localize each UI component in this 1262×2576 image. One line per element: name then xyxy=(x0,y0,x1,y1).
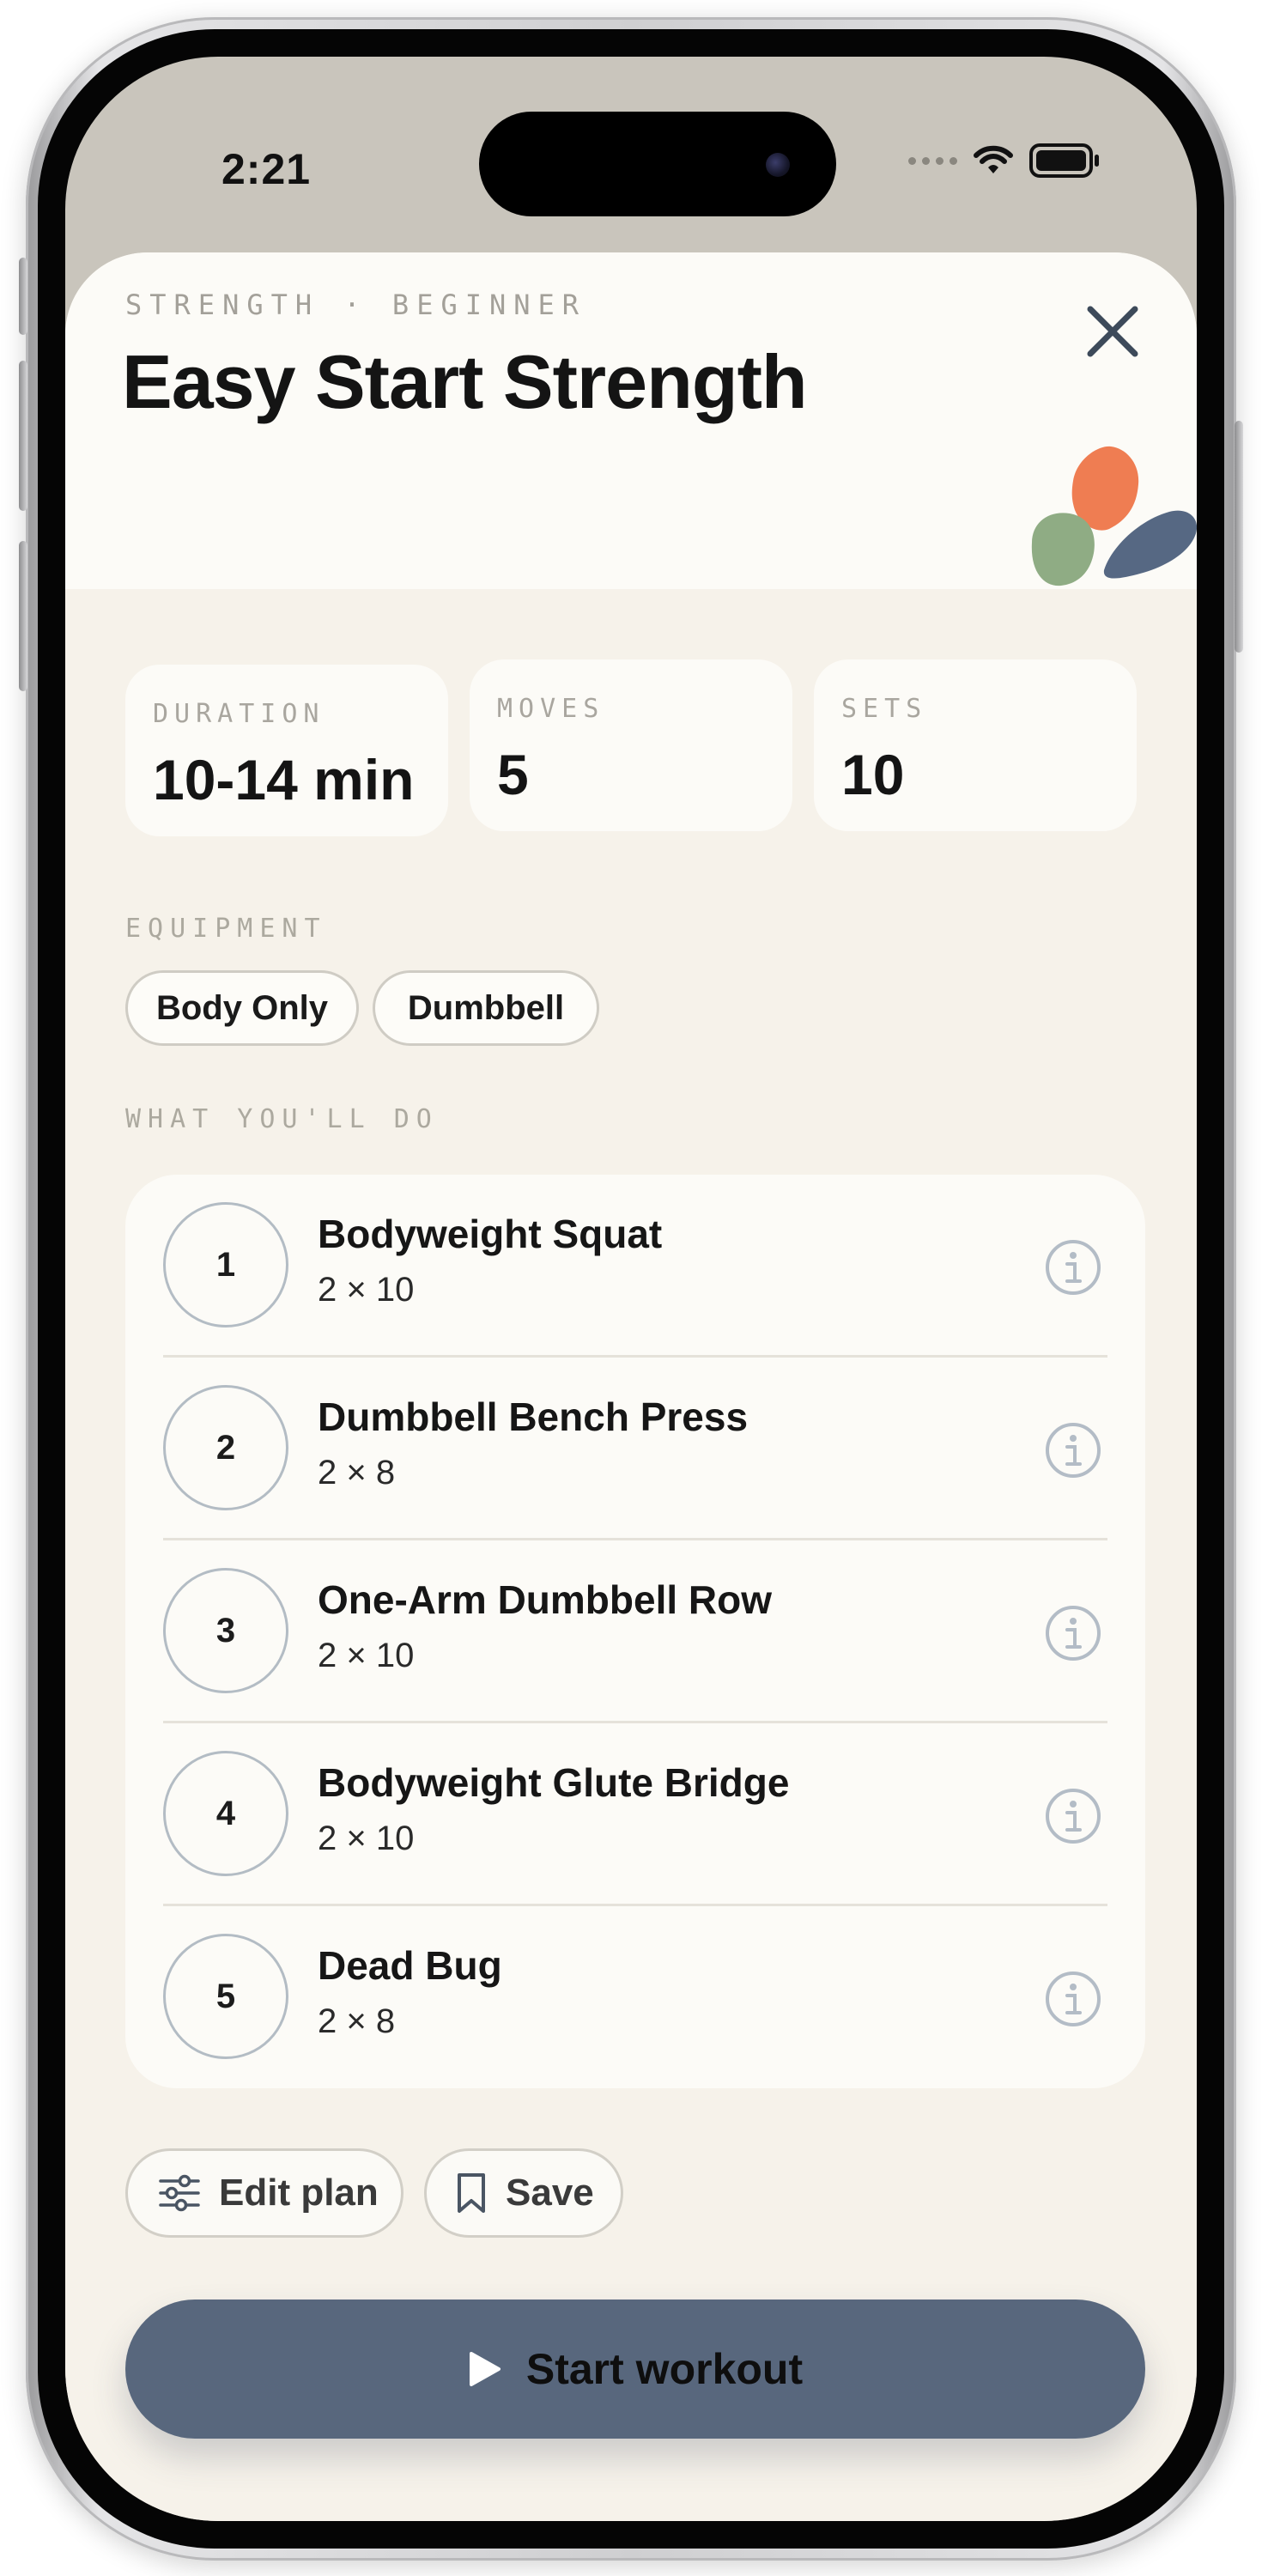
front-camera xyxy=(766,153,790,177)
exercise-number: 4 xyxy=(163,1751,288,1876)
equipment-chip[interactable]: Dumbbell xyxy=(373,970,599,1046)
stat-label: MOVES xyxy=(497,694,605,724)
edit-plan-label: Edit plan xyxy=(219,2172,379,2214)
info-icon[interactable] xyxy=(1044,1238,1102,1297)
exercise-name: Dumbbell Bench Press xyxy=(318,1394,749,1439)
save-label: Save xyxy=(506,2172,594,2214)
category-kicker: STRENGTH · BEGINNER xyxy=(125,289,587,321)
exercise-name: Dead Bug xyxy=(318,1943,502,1988)
equipment-chip[interactable]: Body Only xyxy=(125,970,359,1046)
stats-row: DURATION 10-14 min MOVES 5 SETS 10 xyxy=(65,659,1197,845)
exercise-scheme: 2 × 10 xyxy=(318,1820,415,1857)
info-icon[interactable] xyxy=(1044,1787,1102,1845)
workout-sheet: STRENGTH · BEGINNER Easy Start Strength … xyxy=(65,252,1197,2521)
exercise-name: Bodyweight Glute Bridge xyxy=(318,1760,790,1805)
exercise-name: Bodyweight Squat xyxy=(318,1212,663,1256)
exercise-number: 5 xyxy=(163,1934,288,2059)
screen: 2:21 STRENGTH · BEGINNER Easy Start Stre… xyxy=(65,57,1197,2521)
info-icon[interactable] xyxy=(1044,1421,1102,1479)
info-icon[interactable] xyxy=(1044,1604,1102,1662)
list-item[interactable]: 4 Bodyweight Glute Bridge 2 × 10 xyxy=(125,1723,1145,1906)
play-icon xyxy=(469,2352,501,2386)
equipment-label: EQUIPMENT xyxy=(125,914,327,944)
sliders-icon xyxy=(159,2174,200,2212)
workout-blobs-illustration xyxy=(1031,446,1197,586)
start-workout-label: Start workout xyxy=(525,2345,804,2393)
stat-value: 5 xyxy=(497,743,529,806)
volume-down-button xyxy=(19,541,27,691)
stat-card-duration: DURATION 10-14 min xyxy=(125,665,448,836)
list-item[interactable]: 3 One-Arm Dumbbell Row 2 × 10 xyxy=(125,1540,1145,1723)
exercise-scheme: 2 × 8 xyxy=(318,1454,396,1492)
list-item[interactable]: 1 Bodyweight Squat 2 × 10 xyxy=(125,1175,1145,1358)
stat-card-sets: SETS 10 xyxy=(814,659,1137,831)
info-icon[interactable] xyxy=(1044,1970,1102,2028)
exercise-scheme: 2 × 10 xyxy=(318,1637,415,1674)
exercise-number: 3 xyxy=(163,1568,288,1693)
close-icon[interactable] xyxy=(1078,297,1147,366)
edit-plan-button[interactable]: Edit plan xyxy=(125,2148,403,2238)
signal-dots-icon xyxy=(908,156,957,165)
stat-value: 10 xyxy=(841,743,905,806)
save-button[interactable]: Save xyxy=(424,2148,623,2238)
exercise-scheme: 2 × 10 xyxy=(318,1271,415,1309)
exercise-number: 2 xyxy=(163,1385,288,1510)
list-item[interactable]: 5 Dead Bug 2 × 8 xyxy=(125,1906,1145,2089)
power-button xyxy=(1235,421,1243,653)
status-icons xyxy=(908,143,1101,179)
phone-frame: 2:21 STRENGTH · BEGINNER Easy Start Stre… xyxy=(19,17,1243,2561)
exercise-number: 1 xyxy=(163,1202,288,1327)
page-title: Easy Start Strength xyxy=(122,339,808,424)
volume-up-button xyxy=(19,361,27,511)
battery-icon xyxy=(1029,143,1099,178)
exercise-name: One-Arm Dumbbell Row xyxy=(318,1577,773,1622)
action-button xyxy=(19,258,27,335)
exercise-list: 1 Bodyweight Squat 2 × 10 2 Dumbbell Ben… xyxy=(125,1175,1145,2088)
exercise-scheme: 2 × 8 xyxy=(318,2002,396,2040)
start-workout-button[interactable]: Start workout xyxy=(125,2300,1145,2439)
stat-label: SETS xyxy=(841,694,928,724)
sheet-header: STRENGTH · BEGINNER Easy Start Strength xyxy=(65,252,1197,589)
stat-label: DURATION xyxy=(153,699,325,729)
plan-label: WHAT YOU'LL DO xyxy=(125,1104,439,1134)
equipment-chips: Body Only Dumbbell xyxy=(65,970,1197,1049)
wifi-icon xyxy=(974,145,1013,173)
stat-card-moves: MOVES 5 xyxy=(470,659,792,831)
status-time: 2:21 xyxy=(221,145,312,193)
list-item[interactable]: 2 Dumbbell Bench Press 2 × 8 xyxy=(125,1358,1145,1540)
stat-value: 10-14 min xyxy=(153,748,415,811)
bookmark-icon xyxy=(458,2173,485,2213)
